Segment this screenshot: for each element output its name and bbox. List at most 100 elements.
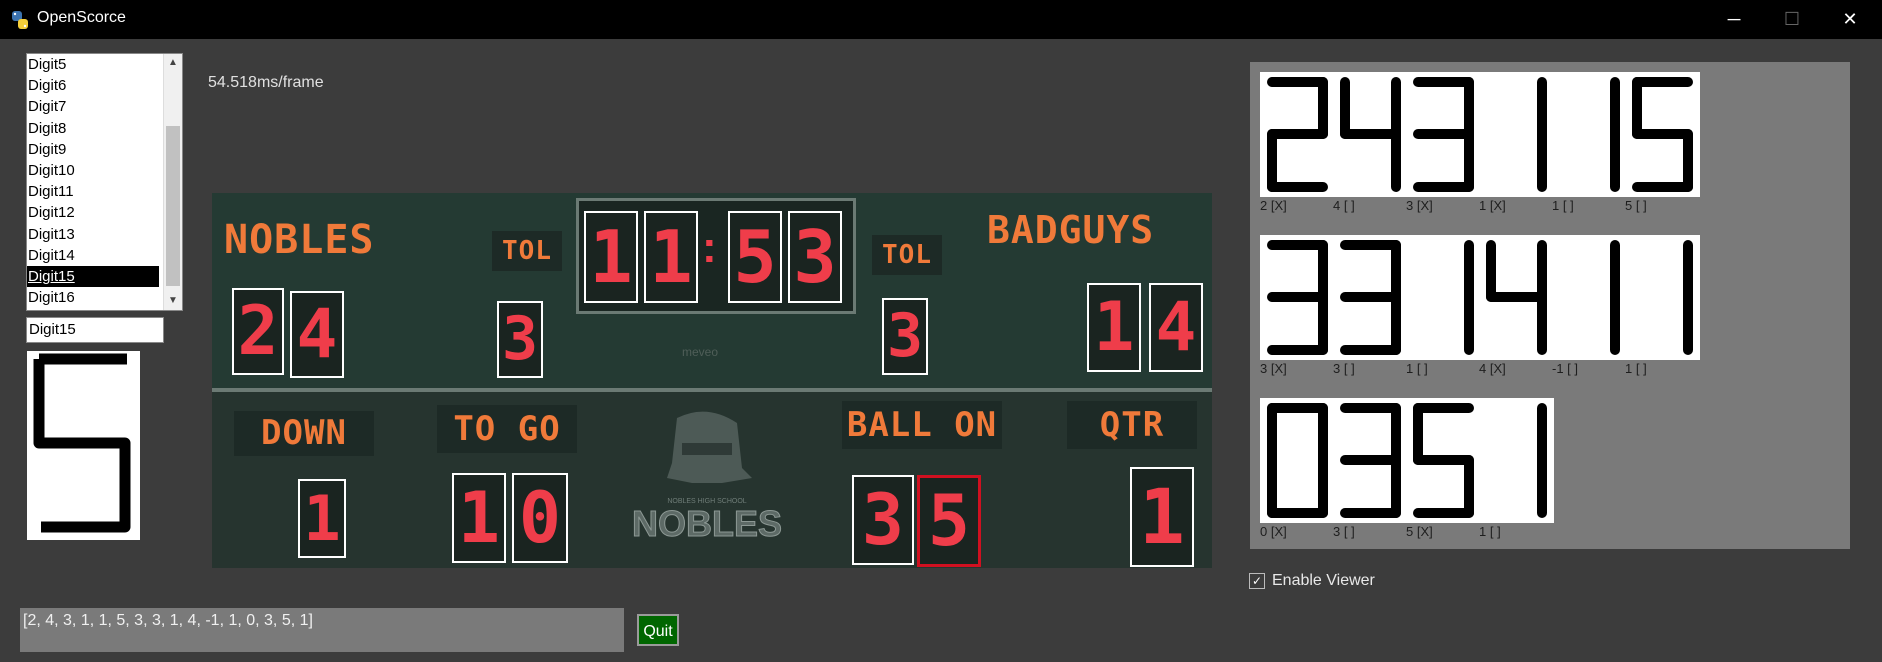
digit-crop-image [1406,398,1481,523]
to-go-label: TO GO [437,405,577,453]
digit-list-items: Digit5 Digit6 Digit7 Digit8 Digit9 Digit10 Dig… [27,54,159,308]
digit-list-item[interactable]: Digit13 [27,224,159,245]
digit-caption: 3 [ ] [1333,361,1355,376]
digit-output-field[interactable]: [2, 4, 3, 1, 1, 5, 3, 3, 1, 4, -1, 1, 0,… [20,608,624,652]
quarter-label: QTR [1067,401,1197,449]
digit-name-field[interactable]: Digit15 [26,317,164,343]
digit-caption: 3 [X] [1406,198,1433,213]
close-button[interactable]: ✕ [1821,0,1879,39]
away-team-name: BADGUYS [987,208,1155,252]
togo-digit-1: 1 [452,473,506,563]
home-score-digit-2: 4 [290,291,344,378]
digit-crop-image [1260,235,1335,360]
checkbox-check-icon[interactable]: ✓ [1249,573,1265,589]
digit-list-item[interactable]: Digit11 [27,181,159,202]
logo-text: NOBLES [632,503,782,544]
digit-caption: 1 [X] [1479,198,1506,213]
digit-viewer-cell: 5 [X] [1406,398,1481,540]
digit-viewer-cell: 4 [X] [1479,235,1554,377]
digit-crop-image [1625,72,1700,197]
list-scrollbar[interactable]: ▲ ▼ [163,54,182,310]
digit-list-item[interactable]: Digit10 [27,160,159,181]
frame-time-label: 54.518ms/frame [208,74,324,91]
digit-caption: 5 [X] [1406,524,1433,539]
video-watermark: meveo [682,345,719,359]
digit-viewer-cell: 5 [ ] [1625,72,1700,214]
digit-crop-image [1552,235,1627,360]
digit-viewer-cell: 1 [ ] [1479,398,1554,540]
digit-crop-image [1406,235,1481,360]
digit-caption: 1 [ ] [1552,198,1574,213]
digit-crop-image [1333,235,1408,360]
digit-viewer-cell: 1 [ ] [1406,235,1481,377]
digit-crop-image [1479,72,1554,197]
digit-viewer-cell: 3 [ ] [1333,398,1408,540]
digit-viewer-cell: 1 [X] [1479,72,1554,214]
ballon-digit-2: 5 [917,475,981,567]
digit-viewer-cell: 2 [X] [1260,72,1335,214]
digit-caption: 1 [ ] [1479,524,1501,539]
digit-caption: 5 [ ] [1625,198,1647,213]
python-icon [12,11,28,29]
home-team-name: NOBLES [224,217,375,263]
ballon-digit-1: 3 [852,475,914,565]
digit-crop-image [1552,72,1627,197]
digit-crop-image [1479,235,1554,360]
digit-list-item[interactable]: Digit6 [27,75,159,96]
digit-viewer-cell: 4 [ ] [1333,72,1408,214]
digit-list-item[interactable]: Digit14 [27,245,159,266]
ball-on-label: BALL ON [842,401,1002,449]
digit-caption: -1 [ ] [1552,361,1579,376]
title-bar: OpenScorce ─ ☐ ✕ [0,0,1882,39]
scroll-up-icon[interactable]: ▲ [164,54,182,72]
scroll-thumb[interactable] [166,126,180,286]
digit-caption: 0 [X] [1260,524,1287,539]
digit-viewer-cell: 1 [ ] [1552,72,1627,214]
window-title: OpenScorce [37,9,126,26]
digit-crop-image [1333,398,1408,523]
nobles-logo: NOBLES HIGH SCHOOL NOBLES [632,411,782,545]
digit-viewer-cell: 3 [ ] [1333,235,1408,377]
digit-list-item[interactable]: Digit8 [27,118,159,139]
digit-list-item[interactable]: Digit15 [27,265,159,288]
digit-viewer-panel: 2 [X] 4 [ ] 3 [X] 1 [X] 1 [ ] 5 [ ] 3 [X] 3 [ ]… [1250,62,1850,549]
digit-list-item[interactable]: Digit7 [27,96,159,117]
minimize-button[interactable]: ─ [1705,0,1763,39]
clock-digit-2: 1 [644,211,698,303]
digit-list-item[interactable]: Digit16 [27,287,159,308]
away-tol-label: TOL [872,235,942,275]
clock-colon: : [702,223,717,272]
digit-list-item[interactable]: Digit5 [27,54,159,75]
quit-button[interactable]: Quit [637,614,679,646]
digit-viewer-cell: 0 [X] [1260,398,1335,540]
digit-list-item[interactable]: Digit9 [27,139,159,160]
digit-caption: 4 [ ] [1333,198,1355,213]
quarter-digit: 1 [1130,467,1194,567]
clock-digit-1: 1 [584,211,638,303]
digit-listbox[interactable]: Digit5 Digit6 Digit7 Digit8 Digit9 Digit10 Dig… [26,53,183,311]
digit-crop-image [1479,398,1554,523]
clock-digit-3: 5 [728,211,782,303]
scoreboard-camera-view: NOBLES TOL TOL BADGUYS 1 1 : 5 3 2 4 3 3… [212,193,1212,568]
digit-caption: 3 [ ] [1333,524,1355,539]
digit-crop-image [1625,235,1700,360]
digit-caption: 1 [ ] [1406,361,1428,376]
scroll-down-icon[interactable]: ▼ [164,292,182,310]
digit-caption: 3 [X] [1260,361,1287,376]
down-label: DOWN [234,411,374,456]
digit-crop-image [1333,72,1408,197]
home-tol-digit: 3 [497,301,543,378]
digit-caption: 4 [X] [1479,361,1506,376]
clock-digit-4: 3 [788,211,842,303]
away-score-digit-2: 4 [1149,283,1203,372]
digit-list-item[interactable]: Digit12 [27,202,159,223]
maximize-button[interactable]: ☐ [1763,0,1821,39]
digit-caption: 2 [X] [1260,198,1287,213]
digit-viewer-cell: -1 [ ] [1552,235,1627,377]
home-score-digit-1: 2 [232,288,284,375]
digit-crop-image [1260,398,1335,523]
down-digit: 1 [298,479,346,558]
digit-crop-image [1260,72,1335,197]
digit-caption: 1 [ ] [1625,361,1647,376]
digit-viewer-cell: 1 [ ] [1625,235,1700,377]
